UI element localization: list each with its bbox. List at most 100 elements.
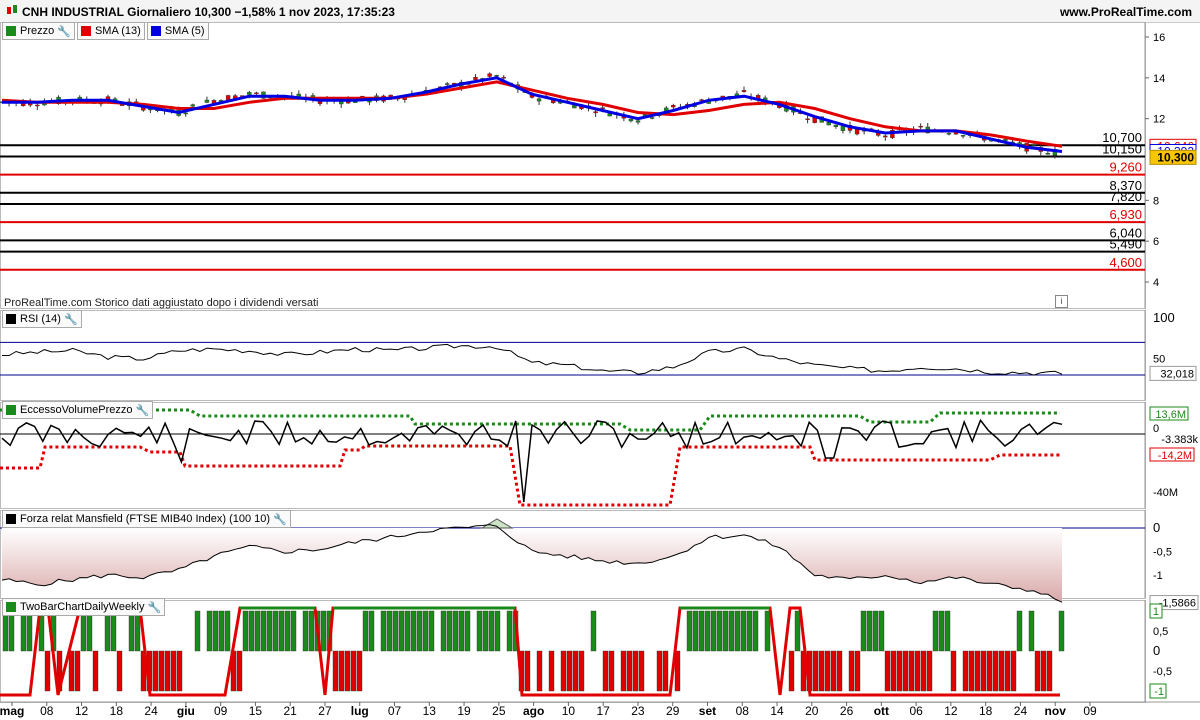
info-icon[interactable]: i	[1055, 295, 1068, 308]
twobar-up-bar	[878, 610, 885, 652]
candle	[254, 92, 259, 95]
data-note: ProRealTime.com Storico dati aggiustato …	[4, 297, 319, 309]
twobar-down-bar	[44, 650, 51, 692]
x-tick-label: 13	[423, 704, 437, 718]
candle	[473, 77, 478, 80]
twobar-up-bar	[254, 610, 261, 652]
wrench-icon[interactable]: 🔧	[273, 513, 287, 526]
twobar-down-bar	[632, 650, 639, 692]
level-label: 6,930	[1109, 207, 1142, 222]
twobar-up-bar	[272, 610, 279, 652]
twobar-down-bar	[884, 650, 891, 692]
twobar-up-bar	[494, 610, 501, 652]
twobar-up-bar	[302, 610, 309, 652]
twobar-down-bar	[854, 650, 861, 692]
candle	[1031, 144, 1036, 146]
twobar-up-bar	[722, 610, 729, 652]
legend-sma5[interactable]: SMA (5)	[146, 22, 209, 40]
twobar-down-bar	[536, 650, 543, 692]
candle	[628, 118, 634, 122]
candle	[445, 83, 450, 85]
twobar-up-bar	[248, 610, 255, 652]
twobar-up-bar	[386, 610, 393, 652]
twobar-down-bar	[848, 650, 855, 692]
rsi-line	[2, 343, 1063, 376]
rsi-value: 32,018	[1160, 368, 1194, 380]
candle	[190, 104, 196, 107]
twobar-up-bar	[728, 610, 735, 652]
legend-twobar[interactable]: TwoBarChartDailyWeekly 🔧	[2, 598, 166, 616]
twobar-up-bar	[944, 610, 951, 652]
volume-upper-value: 13,6M	[1155, 409, 1186, 421]
legend-price[interactable]: Prezzo 🔧	[2, 22, 75, 40]
x-tick-label: 09	[214, 704, 228, 718]
sma13-line	[1, 80, 1063, 148]
twobar-down-bar	[572, 650, 579, 692]
twobar-up-bar	[416, 610, 423, 652]
wrench-icon[interactable]: 🔧	[136, 404, 150, 417]
candle	[833, 124, 839, 128]
candle	[600, 107, 605, 109]
twobar-up-bar	[692, 610, 699, 652]
volume-lower-value: -14,2M	[1158, 450, 1192, 462]
panel-frame	[0, 22, 1146, 309]
legend-volume[interactable]: EccessoVolumePrezzo 🔧	[2, 401, 154, 419]
y-tick-label: 12	[1153, 114, 1165, 126]
y-tick-label: 8	[1153, 195, 1159, 207]
twobar-up-bar	[476, 610, 483, 652]
twobar-down-bar	[962, 650, 969, 692]
twobar-down-bar	[620, 650, 627, 692]
twobar-down-bar	[926, 650, 933, 692]
twobar-up-bar	[404, 610, 411, 652]
wrench-icon[interactable]: 🔧	[57, 25, 71, 38]
x-tick-label: 19	[457, 704, 471, 718]
x-tick-label: 26	[840, 704, 854, 718]
candle	[607, 113, 612, 117]
twobar-down-bar	[998, 650, 1005, 692]
legend-mansfield[interactable]: Forza relat Mansfield (FTSE MIB40 Index)…	[2, 510, 291, 528]
twobar-down-bar	[902, 650, 909, 692]
twobar-up-bar	[734, 610, 741, 652]
y-tick-label: 6	[1153, 236, 1159, 248]
wrench-icon[interactable]: 🔧	[148, 601, 162, 614]
twobar-down-bar	[578, 650, 585, 692]
twobar-up-bar	[440, 610, 447, 652]
x-tick-label: 24	[144, 704, 158, 718]
twobar-down-bar	[1010, 650, 1017, 692]
x-tick-label: 29	[666, 704, 680, 718]
twobar-up-bar	[860, 610, 867, 652]
x-tick-label: 07	[388, 704, 402, 718]
twobar-down-bar	[836, 650, 843, 692]
twobar-lower-value: -1	[1154, 686, 1164, 698]
twobar-down-bar	[236, 650, 243, 692]
x-tick-label: 20	[805, 704, 819, 718]
candle	[494, 75, 499, 77]
color-swatch	[6, 405, 16, 415]
twobar-up-bar	[224, 610, 231, 652]
twobar-down-bar	[344, 650, 351, 692]
twobar-down-bar	[824, 650, 831, 692]
volume-tick-label: 0	[1153, 423, 1159, 435]
y-tick-label: 4	[1153, 277, 1159, 289]
twobar-up-bar	[686, 610, 693, 652]
twobar-down-bar	[338, 650, 345, 692]
twobar-down-bar	[356, 650, 363, 692]
y-tick-label: 14	[1153, 73, 1165, 85]
twobar-down-bar	[626, 650, 633, 692]
twobar-down-bar	[566, 650, 573, 692]
wrench-icon[interactable]: 🔧	[64, 313, 78, 326]
twobar-up-bar	[590, 610, 597, 652]
legend-sma13[interactable]: SMA (13)	[76, 22, 145, 40]
level-label: 7,820	[1109, 189, 1142, 204]
candle	[960, 135, 966, 137]
twobar-down-bar	[968, 650, 975, 692]
legend-rsi[interactable]: RSI (14) 🔧	[2, 310, 82, 328]
twobar-up-bar	[86, 610, 93, 652]
chart-canvas[interactable]: 16141286410,70010,1509,2608,3707,8206,93…	[0, 0, 1200, 720]
twobar-up-bar	[752, 610, 759, 652]
twobar-up-bar	[362, 610, 369, 652]
twobar-up-bar	[398, 610, 405, 652]
twobar-up-bar	[422, 610, 429, 652]
candle	[487, 73, 492, 77]
candle	[918, 125, 923, 128]
